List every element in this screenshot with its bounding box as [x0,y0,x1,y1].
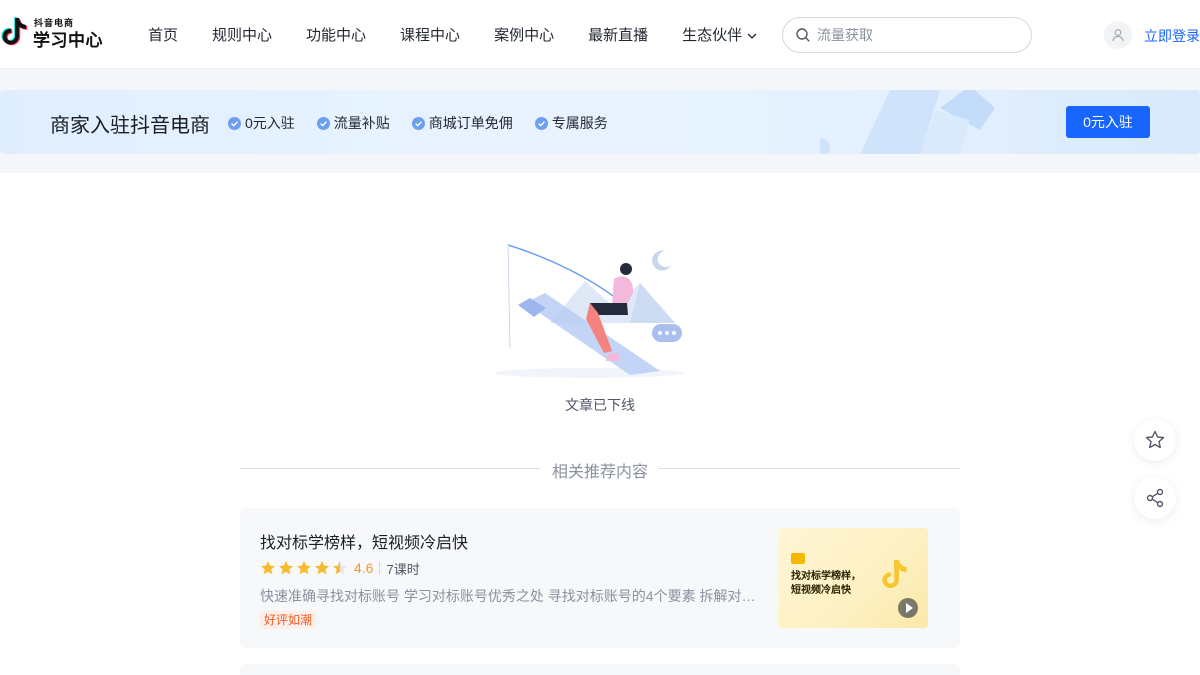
rating-separator [379,562,381,574]
logo[interactable]: 抖音电商 学习中心 [0,14,110,54]
share-icon [1146,488,1164,508]
divider-line-right [658,468,960,469]
search-box [782,17,1032,53]
nav-item-rules[interactable]: 规则中心 [212,24,272,45]
benefit-item: 0元入驻 [228,113,295,133]
join-free-button[interactable]: 0元入驻 [1066,106,1150,138]
course-rating: 4.6 7课时 [260,560,420,577]
course-description: 快速准确寻找对标账号 学习对标账号优秀之处 寻找对标账号的4个要素 拆解对标账号… [260,588,760,604]
benefit-item: 流量补贴 [316,113,390,133]
fishing-girl-illustration [495,244,685,378]
main-nav: 首页 规则中心 功能中心 课程中心 案例中心 最新直播 生态伙伴 [148,0,758,69]
check-circle-icon [316,116,330,130]
course-title: 找对标学榜样，短视频冷启快 [260,535,469,552]
search-icon [796,28,810,42]
course-card[interactable] [240,664,960,675]
star-half-icon [333,561,347,575]
douyin-logo-icon [1,17,28,46]
play-icon[interactable] [898,598,918,618]
chevron-down-icon [747,33,757,39]
check-circle-icon [534,116,548,130]
nav-item-partners-label: 生态伙伴 [682,27,743,44]
related-divider: 相关推荐内容 [240,457,960,481]
main-content: 文章已下线 相关推荐内容 找对标学榜样，短视频冷启快 4.6 7课时 快速准确寻… [0,173,1200,675]
thumbnail-title: 找对标学榜样， 短视频冷启快 [791,571,861,596]
search-input[interactable] [817,27,1017,43]
course-tag: 好评如潮 [260,611,317,629]
benefit-item: 商城订单免佣 [411,113,513,133]
benefit-label: 专属服务 [551,115,608,131]
banner-section: 商家入驻抖音电商 0元入驻 流量补贴 商城订单免佣 专属服务 0元入驻 [0,69,1200,173]
star-full-icon [315,561,329,575]
related-title: 相关推荐内容 [551,464,648,481]
benefit-list: 0元入驻 流量补贴 商城订单免佣 专属服务 [228,113,630,133]
star-full-icon [279,561,293,575]
star-icon [1145,430,1165,449]
logo-title: 学习中心 [33,31,103,50]
benefit-label: 0元入驻 [245,115,295,131]
lesson-count: 7课时 [386,561,420,577]
star-full-icon [297,561,311,575]
course-card[interactable]: 找对标学榜样，短视频冷启快 4.6 7课时 快速准确寻找对标账号 学习对标账号优… [240,508,960,648]
share-button[interactable] [1134,477,1176,519]
course-thumbnail: 找对标学榜样， 短视频冷启快 [778,528,928,628]
banner-title: 商家入驻抖音电商 [50,115,210,137]
favorite-button[interactable] [1134,419,1176,461]
avatar[interactable] [1104,21,1132,49]
check-circle-icon [411,116,425,130]
nav-item-cases[interactable]: 案例中心 [494,24,554,45]
empty-state-text: 文章已下线 [565,397,635,413]
rating-score: 4.6 [354,560,374,576]
benefit-label: 商城订单免佣 [428,115,513,131]
nav-item-live[interactable]: 最新直播 [588,24,648,45]
music-note-icon [882,560,907,588]
nav-item-home[interactable]: 首页 [148,24,178,45]
nav-item-partners[interactable]: 生态伙伴 [682,24,758,45]
benefit-item: 专属服务 [534,113,608,133]
merchant-banner[interactable]: 商家入驻抖音电商 0元入驻 流量补贴 商城订单免佣 专属服务 0元入驻 [0,90,1200,154]
login-link[interactable]: 立即登录 [1144,26,1200,46]
nav-item-features[interactable]: 功能中心 [306,24,366,45]
douyin-badge-icon [791,553,805,564]
top-header: 抖音电商 学习中心 首页 规则中心 功能中心 课程中心 案例中心 最新直播 生态… [0,0,1200,69]
user-icon [1112,29,1124,42]
nav-item-courses[interactable]: 课程中心 [400,24,460,45]
banner-decoration [820,90,995,154]
star-full-icon [261,561,275,575]
benefit-label: 流量补贴 [333,115,390,131]
check-circle-icon [228,116,241,130]
